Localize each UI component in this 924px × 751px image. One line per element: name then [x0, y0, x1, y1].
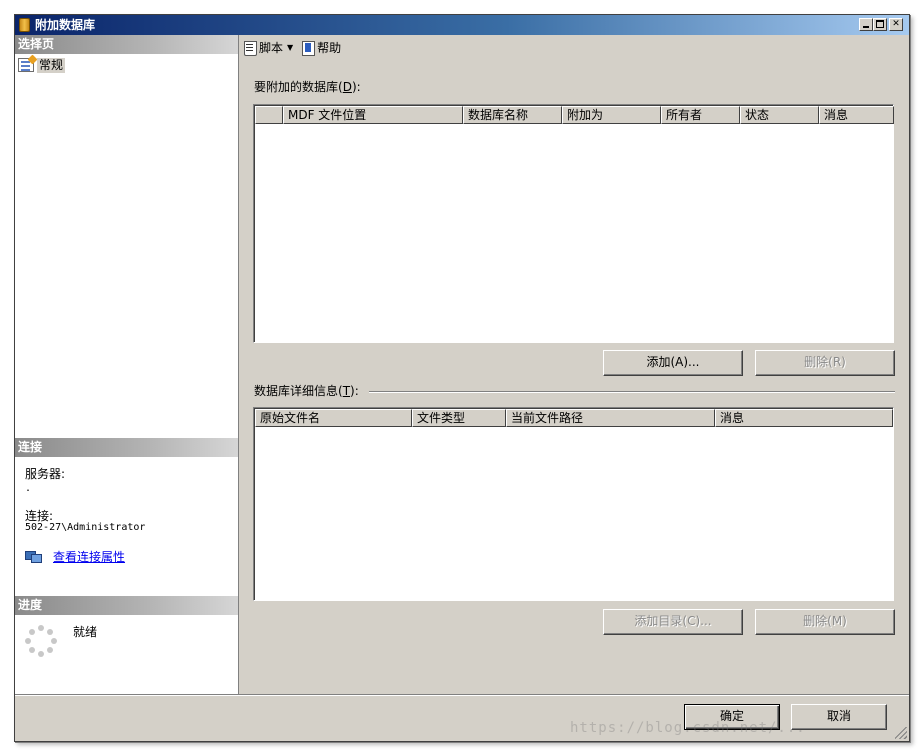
connection-label: 连接:	[25, 509, 54, 523]
progress-spinner-icon	[25, 625, 57, 657]
col-database-name[interactable]: 数据库名称	[463, 106, 562, 124]
connection-value: 502-27\Administrator	[25, 522, 146, 533]
remove-database-button[interactable]: 删除(R)	[755, 350, 895, 376]
add-catalog-button[interactable]: 添加目录(C)...	[603, 609, 743, 635]
script-icon	[243, 40, 257, 56]
col-original-file-name[interactable]: 原始文件名	[255, 409, 412, 427]
view-connection-properties-link[interactable]: 查看连接属性	[53, 549, 125, 565]
col-mdf-location[interactable]: MDF 文件位置	[283, 106, 463, 124]
window-title: 附加数据库	[35, 18, 96, 32]
connection-properties-icon	[25, 550, 43, 564]
server-value: .	[25, 483, 32, 494]
close-icon: ✕	[892, 19, 900, 29]
close-button[interactable]: ✕	[889, 18, 903, 31]
footer-separator	[15, 694, 909, 696]
maximize-icon	[876, 20, 884, 28]
dropdown-arrow-icon[interactable]: ▼	[287, 43, 293, 52]
left-pane: 选择页 常规 连接 服务器: . 连接: 502-27\Administrato…	[15, 35, 239, 694]
general-page-icon	[18, 58, 34, 72]
watermark: https://blog.csdn.net/...	[570, 720, 806, 736]
col-owner[interactable]: 所有者	[661, 106, 740, 124]
help-label: 帮助	[317, 40, 342, 55]
details-grid-header: 原始文件名 文件类型 当前文件路径 消息	[255, 409, 893, 427]
help-icon	[301, 40, 316, 56]
help-button[interactable]: 帮助	[301, 39, 341, 56]
script-button[interactable]: 脚本 ▼	[243, 39, 293, 56]
page-item-general[interactable]: 常规	[18, 57, 66, 73]
attach-databases-label: 要附加的数据库(D):	[254, 80, 361, 94]
col-current-file-path[interactable]: 当前文件路径	[506, 409, 715, 427]
page-item-label: 常规	[37, 57, 66, 73]
attach-mnemonic: D	[342, 80, 352, 94]
attach-database-dialog: 附加数据库 ✕ 选择页 常规 连接 服务器: . 连接: 502-27\Admi…	[14, 14, 910, 742]
col-select[interactable]	[255, 106, 283, 124]
server-label: 服务器:	[25, 467, 66, 481]
progress-status: 就绪	[73, 625, 98, 639]
minimize-icon	[863, 26, 869, 28]
details-separator	[369, 391, 895, 393]
col-status[interactable]: 状态	[740, 106, 819, 124]
attach-databases-grid[interactable]: MDF 文件位置 数据库名称 附加为 所有者 状态 消息	[253, 104, 894, 343]
remove-file-button[interactable]: 删除(M)	[755, 609, 895, 635]
col-details-message[interactable]: 消息	[715, 409, 893, 427]
title-bar[interactable]: 附加数据库 ✕	[15, 15, 909, 35]
resize-grip-icon[interactable]	[895, 727, 907, 739]
col-file-type[interactable]: 文件类型	[412, 409, 506, 427]
connection-header: 连接	[15, 438, 238, 457]
script-label: 脚本	[259, 40, 284, 55]
details-mnemonic: T	[342, 384, 351, 398]
minimize-button[interactable]	[859, 18, 873, 31]
add-database-button[interactable]: 添加(A)...	[603, 350, 743, 376]
col-message[interactable]: 消息	[819, 106, 894, 124]
database-details-label: 数据库详细信息(T):	[254, 384, 359, 398]
progress-header: 进度	[15, 596, 238, 615]
attach-grid-header: MDF 文件位置 数据库名称 附加为 所有者 状态 消息	[255, 106, 894, 124]
details-label-text: 数据库详细信息	[254, 384, 339, 398]
database-icon	[19, 18, 30, 32]
attach-label-text: 要附加的数据库	[254, 80, 339, 94]
database-details-grid[interactable]: 原始文件名 文件类型 当前文件路径 消息	[253, 407, 894, 601]
select-page-header: 选择页	[15, 35, 238, 54]
maximize-button[interactable]	[873, 18, 887, 31]
toolbar: 脚本 ▼ 帮助	[239, 35, 909, 59]
col-attach-as[interactable]: 附加为	[562, 106, 661, 124]
